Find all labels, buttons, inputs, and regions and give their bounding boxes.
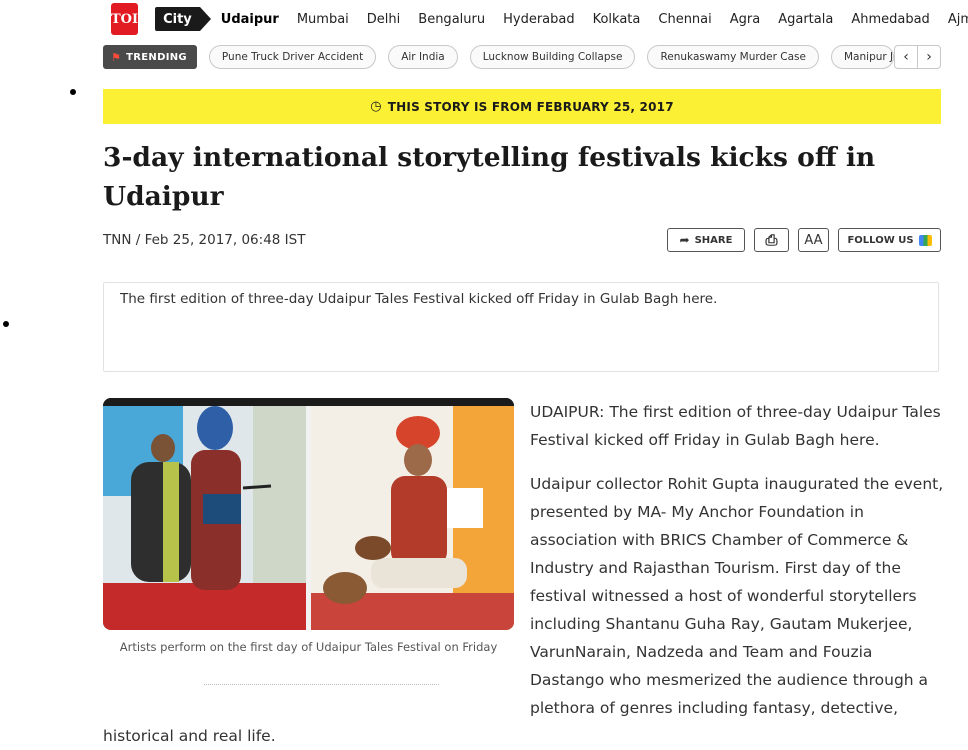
city-link-ahmedabad[interactable]: Ahmedabad — [851, 12, 929, 27]
city-link-udaipur[interactable]: Udaipur — [221, 12, 279, 27]
trending-chip-pune-truck[interactable]: Pune Truck Driver Accident — [208, 45, 377, 69]
history-clock-icon: ◷ — [370, 99, 382, 114]
follow-us-button[interactable]: FOLLOW US — [838, 228, 941, 252]
city-link-delhi[interactable]: Delhi — [367, 12, 400, 27]
city-links: Udaipur Mumbai Delhi Bengaluru Hyderabad… — [221, 12, 968, 27]
festival-photo-illustration — [103, 398, 514, 630]
top-navigation: TOI City Udaipur Mumbai Delhi Bengaluru … — [103, 0, 968, 38]
story-date-text: THIS STORY IS FROM FEBRUARY 25, 2017 — [387, 99, 674, 114]
city-link-hyderabad[interactable]: Hyderabad — [503, 12, 575, 27]
article-summary: The first edition of three-day Udaipur T… — [103, 282, 939, 372]
city-link-mumbai[interactable]: Mumbai — [297, 12, 349, 27]
print-button[interactable]: ⎙ — [754, 228, 789, 252]
trending-chip-air-india[interactable]: Air India — [388, 45, 458, 69]
trending-chip-manipur[interactable]: Manipur Jir — [831, 45, 894, 69]
stray-bullet-1 — [70, 89, 76, 95]
share-button[interactable]: ➦ SHARE — [667, 228, 745, 252]
trending-label-text: TRENDING — [126, 51, 187, 63]
trending-chip-renukaswamy[interactable]: Renukaswamy Murder Case — [647, 45, 819, 69]
chevron-left-icon[interactable]: ‹ — [895, 46, 917, 68]
stray-bullet-2 — [3, 321, 9, 327]
printer-icon: ⎙ — [765, 231, 778, 249]
article-paragraph-continuation: historical and real life. — [103, 727, 276, 745]
city-link-ajmer[interactable]: Ajmer — [948, 12, 968, 27]
share-arrow-icon: ➦ — [679, 233, 690, 247]
share-label: SHARE — [694, 234, 733, 246]
font-size-button[interactable]: AA — [798, 228, 829, 252]
toi-logo[interactable]: TOI — [111, 3, 139, 35]
city-link-agartala[interactable]: Agartala — [778, 12, 833, 27]
follow-us-label: FOLLOW US — [847, 234, 914, 246]
article-paragraph: Udaipur collector Rohit Gupta inaugurate… — [530, 475, 944, 717]
trending-label: ⚑ TRENDING — [103, 45, 197, 69]
flame-icon: ⚑ — [111, 50, 122, 64]
article-photo — [103, 398, 514, 630]
city-link-chennai[interactable]: Chennai — [658, 12, 711, 27]
city-link-bengaluru[interactable]: Bengaluru — [418, 12, 485, 27]
article-paragraph: UDAIPUR: The first edition of three-day … — [530, 403, 941, 449]
city-section-label[interactable]: City — [155, 7, 211, 31]
city-link-agra[interactable]: Agra — [730, 12, 760, 27]
trending-bar: ⚑ TRENDING Pune Truck Driver Accident Ai… — [103, 44, 941, 70]
city-link-kolkata[interactable]: Kolkata — [593, 12, 641, 27]
photo-caption: Artists perform on the first day of Udai… — [119, 640, 498, 654]
story-date-banner: ◷ THIS STORY IS FROM FEBRUARY 25, 2017 — [103, 89, 941, 124]
article-byline: TNN / Feb 25, 2017, 06:48 IST — [103, 232, 306, 248]
google-news-icon — [918, 234, 932, 246]
trending-chip-lucknow[interactable]: Lucknow Building Collapse — [469, 45, 636, 69]
trending-arrows: ‹ › — [894, 45, 941, 69]
article-headline: 3-day international storytelling festiva… — [103, 142, 876, 212]
article-actions: ➦ SHARE ⎙ AA FOLLOW US — [658, 228, 941, 252]
chevron-right-icon[interactable]: › — [917, 46, 940, 68]
caption-divider — [204, 684, 439, 685]
article-body: UDAIPUR: The first edition of three-day … — [530, 398, 950, 738]
